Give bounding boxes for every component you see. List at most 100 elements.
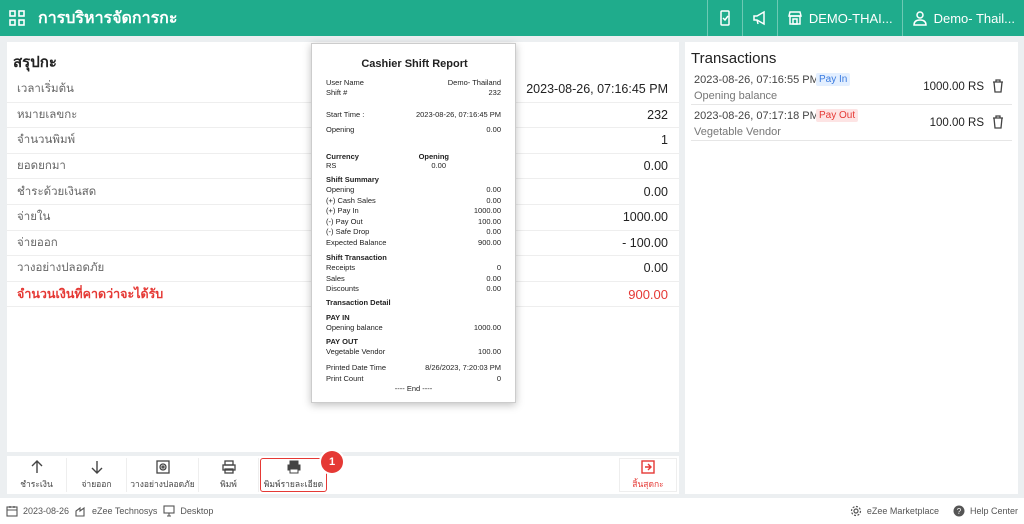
receipt-section-title: PAY OUT — [326, 337, 501, 346]
summary-value: 900.00 — [628, 286, 668, 302]
summary-label: เวลาเริ่มต้น — [17, 83, 74, 96]
announcement-button[interactable] — [741, 0, 777, 36]
print-button[interactable]: พิมพ์ — [199, 458, 259, 492]
receipt-label: (-) Safe Drop — [326, 227, 370, 236]
receipt-row: Printed Date Time 8/26/2023, 7:20:03 PM — [326, 363, 501, 372]
trash-icon[interactable] — [992, 79, 1004, 93]
receipt-value: 900.00 — [478, 237, 501, 247]
page-title: การบริหารจัดการกะ — [38, 9, 178, 27]
transaction-row: 2023-08-26, 07:16:55 PM Pay In Opening b… — [691, 72, 1012, 105]
trash-icon[interactable] — [992, 115, 1004, 129]
summary-title: สรุปกะ — [13, 54, 57, 71]
receipt-end-text: ---- End ---- — [394, 384, 433, 393]
gear-icon — [850, 505, 862, 517]
receipt-heading: Shift Transaction — [326, 253, 387, 262]
receipt-value: 0.00 — [486, 273, 501, 283]
receipt-label: User Name — [326, 78, 364, 87]
phone-icon — [720, 10, 730, 26]
summary-label: จ่ายออก — [17, 236, 58, 249]
receipt-row: Opening 0.00 — [326, 185, 501, 194]
user-menu[interactable]: Demo- Thail... — [901, 0, 1024, 36]
transaction-desc: Vegetable Vendor — [694, 126, 781, 138]
transaction-amount: 1000.00 RS — [923, 81, 984, 93]
help-center-text: Help Center — [969, 506, 1018, 516]
receipt-label: Expected Balance — [326, 237, 387, 247]
receipt-label: Opening — [418, 152, 449, 161]
summary-value: - 100.00 — [622, 235, 668, 250]
property-selector[interactable]: DEMO-THAI... — [776, 0, 902, 36]
calendar-icon — [6, 506, 18, 517]
summary-value: 232 — [647, 107, 668, 122]
summary-value: 2023-08-26, 07:16:45 PM — [526, 82, 668, 97]
transaction-amount: 100.00 RS — [929, 117, 984, 129]
pay-out-button[interactable]: จ่ายออก — [67, 458, 127, 492]
store-icon — [787, 11, 802, 25]
print-detail-label: พิมพ์รายละเอียด — [263, 478, 324, 489]
summary-value: 0.00 — [643, 159, 668, 174]
summary-value: 1000.00 — [622, 210, 668, 225]
receipt-label: (+) Cash Sales — [326, 195, 376, 205]
marketplace-link[interactable]: eZee Marketplace — [850, 505, 939, 517]
receipt-row: Vegetable Vendor 100.00 — [326, 347, 501, 356]
desktop-icon — [163, 505, 175, 517]
device-button[interactable] — [706, 0, 742, 36]
summary-label: จ่ายใน — [17, 211, 51, 224]
receipt-row: (-) Pay Out 100.00 — [326, 217, 501, 226]
receipt-value: 232 — [488, 88, 501, 97]
summary-label: จำนวนพิมพ์ — [17, 134, 76, 147]
receipt-label: RS — [326, 161, 337, 170]
megaphone-icon — [753, 10, 765, 26]
receipt-label: Start Time : — [326, 110, 365, 119]
end-shift-button[interactable]: สิ้นสุดกะ — [619, 458, 677, 492]
receipt-label: (+) Pay In — [326, 206, 359, 215]
receipt-row: Print Count 0 — [326, 374, 501, 383]
summary-label: ชำระด้วยเงินสด — [17, 185, 97, 198]
transaction-time: 2023-08-26, 07:17:18 PM — [694, 110, 819, 122]
summary-label: วางอย่างปลอดภัย — [17, 262, 105, 275]
receipt-label: Opening — [326, 185, 355, 194]
receipt-label: Print Count — [326, 374, 364, 383]
action-toolbar: ชำระเงิน จ่ายออก วางอย่างปลอดภัย พิมพ์ พ… — [7, 456, 679, 494]
receipt-section-title: Transaction Detail — [326, 298, 501, 307]
arrow-down-icon — [91, 460, 102, 474]
receipt-row: Expected Balance 900.00 — [326, 238, 501, 247]
transaction-row: 2023-08-26, 07:17:18 PM Pay Out Vegetabl… — [691, 108, 1012, 141]
receipt-label: Discounts — [326, 284, 359, 293]
receipt-value: 1000.00 — [473, 206, 501, 215]
apps-grid-icon[interactable] — [0, 0, 34, 36]
receipt-heading: PAY IN — [326, 313, 350, 322]
pay-in-button[interactable]: ชำระเงิน — [7, 458, 67, 492]
help-center-link[interactable]: ? Help Center — [953, 505, 1018, 517]
safe-drop-button[interactable]: วางอย่างปลอดภัย — [127, 458, 199, 492]
receipt-row: Opening 0.00 — [326, 125, 501, 134]
transaction-time: 2023-08-26, 07:16:55 PM — [694, 74, 819, 86]
help-icon: ? — [953, 505, 965, 517]
receipt-row: (+) Cash Sales 0.00 — [326, 196, 501, 205]
receipt-row: User Name Demo- Thailand — [326, 78, 501, 87]
receipt-row: Sales 0.00 — [326, 274, 501, 283]
summary-value: 1 — [661, 133, 668, 148]
receipt-label: Sales — [326, 273, 345, 283]
footer-date: 2023-08-26 — [6, 505, 69, 517]
receipt-label: Currency — [326, 152, 359, 161]
receipt-value: 100.00 — [478, 347, 501, 356]
receipt-heading: Transaction Detail — [326, 298, 391, 307]
printer-detail-icon — [287, 460, 300, 473]
svg-text:?: ? — [957, 507, 962, 516]
footer-date-text: 2023-08-26 — [23, 506, 70, 516]
receipt-section-title: Shift Summary — [326, 175, 501, 184]
property-name: DEMO-THAI... — [808, 10, 893, 26]
receipt-section-title: PAY IN — [326, 313, 501, 322]
exit-icon — [641, 459, 655, 474]
print-detail-button[interactable]: พิมพ์รายละเอียด — [260, 458, 327, 492]
receipt-value: 0.00 — [486, 125, 501, 134]
receipt-row: Currency Opening — [326, 152, 501, 161]
cashier-shift-report: Cashier Shift Report User Name Demo- Thai… — [311, 43, 516, 403]
receipt-value: 100.00 — [478, 216, 501, 226]
printer-icon — [221, 459, 236, 474]
receipt-label: Receipts — [326, 263, 356, 272]
user-name: Demo- Thail... — [933, 10, 1015, 26]
receipt-row: Opening balance 1000.00 — [326, 323, 501, 332]
receipt-value: 0.00 — [486, 227, 501, 236]
print-label: พิมพ์ — [220, 478, 237, 489]
